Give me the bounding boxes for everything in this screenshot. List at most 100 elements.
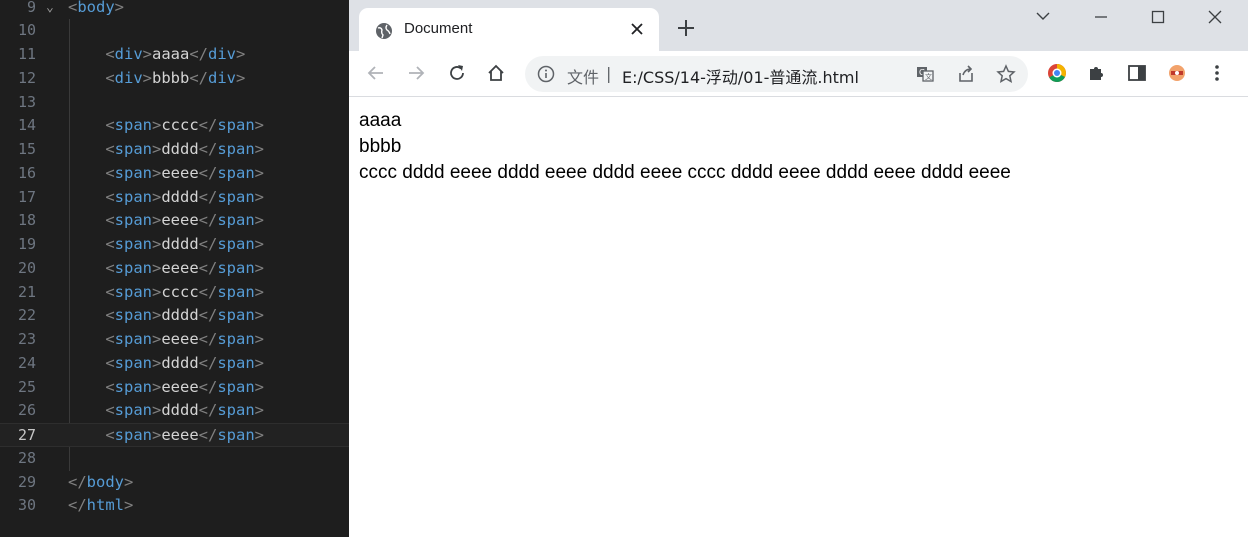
code-text: </body>	[68, 471, 133, 495]
forward-arrow-icon[interactable]	[405, 62, 427, 84]
code-line[interactable]: 16 <span>eeee</span>	[0, 162, 349, 186]
tag-name: span	[114, 116, 152, 135]
tag-bracket: <	[105, 282, 115, 301]
tag-name: span	[114, 377, 152, 396]
text-content	[68, 211, 105, 229]
kebab-menu-icon[interactable]	[1206, 62, 1228, 84]
code-line[interactable]: 17 <span>dddd</span>	[0, 186, 349, 210]
text-content	[68, 426, 105, 444]
chrome-extension-icon[interactable]	[1046, 62, 1068, 84]
line-number: 13	[17, 92, 36, 111]
text-content	[68, 378, 105, 396]
line-number: 12	[17, 68, 36, 87]
close-window-icon[interactable]	[1195, 5, 1235, 29]
code-line[interactable]: 13	[0, 91, 349, 115]
code-line[interactable]: 10	[0, 19, 349, 43]
code-line[interactable]: 21 <span>cccc</span>	[0, 281, 349, 305]
svg-text:文: 文	[925, 72, 932, 81]
code-line[interactable]: 30 </html>	[0, 494, 349, 518]
code-text: <span>dddd</span>	[68, 304, 264, 328]
tag-bracket: >	[254, 258, 265, 277]
close-icon[interactable]	[626, 18, 648, 40]
line-number: 20	[17, 258, 36, 277]
line-number: 22	[17, 306, 36, 325]
div-aaaa: aaaa	[359, 110, 402, 131]
code-line[interactable]: 14 <span>cccc</span>	[0, 114, 349, 138]
reload-icon[interactable]	[446, 62, 468, 84]
tag-bracket: >	[152, 258, 162, 277]
code-line[interactable]: 26 <span>dddd</span>	[0, 399, 349, 423]
tag-bracket: <	[105, 45, 115, 63]
code-line[interactable]: 28	[0, 447, 349, 471]
text-content: cccc	[161, 282, 199, 301]
code-line[interactable]: 22 <span>dddd</span>	[0, 304, 349, 328]
back-arrow-icon[interactable]	[365, 62, 387, 84]
home-icon[interactable]	[485, 62, 507, 84]
code-line[interactable]: 27 <span>eeee</span>	[0, 423, 349, 447]
tag-name: html	[86, 496, 124, 515]
tag-bracket: </	[198, 330, 218, 348]
code-line[interactable]: 23 <span>eeee</span>	[0, 328, 349, 352]
star-icon[interactable]	[996, 64, 1016, 84]
share-icon[interactable]	[956, 64, 976, 84]
tab-search-chevron-icon[interactable]	[1023, 5, 1063, 29]
code-line[interactable]: 25 <span>eeee</span>	[0, 376, 349, 400]
url-text[interactable]: E:/CSS/14-浮动/01-普通流.html	[622, 64, 859, 88]
code-text: <span>dddd</span>	[68, 352, 264, 376]
tag-bracket: <	[105, 235, 115, 253]
tag-bracket: >	[152, 187, 162, 206]
code-editor[interactable]: 9 ⌄ <body> 10 11 <div>aaaa</div> 12 <div>bbbb…	[0, 0, 349, 537]
profile-extension-icon[interactable]	[1166, 62, 1188, 84]
text-content: eeee	[161, 211, 199, 230]
code-text: <div>bbbb</div>	[68, 67, 245, 91]
tab-document[interactable]: Document	[359, 8, 659, 51]
tag-bracket: </	[68, 496, 87, 515]
line-number: 9	[26, 0, 36, 16]
code-line[interactable]: 24 <span>dddd</span>	[0, 352, 349, 376]
tag-name: span	[217, 235, 255, 253]
code-line[interactable]: 18 <span>eeee</span>	[0, 209, 349, 233]
text-content	[68, 164, 105, 182]
code-text: <span>eeee</span>	[68, 209, 264, 233]
code-line[interactable]: 29 </body>	[0, 471, 349, 495]
line-number: 30	[17, 496, 36, 515]
text-content: eeee	[161, 377, 199, 396]
tag-bracket: <	[105, 68, 115, 87]
new-tab-button[interactable]	[676, 18, 696, 38]
text-content: dddd	[161, 235, 199, 253]
text-content: dddd	[161, 140, 199, 158]
line-number: 28	[17, 448, 36, 467]
address-bar[interactable]: 文件 | E:/CSS/14-浮动/01-普通流.html G文	[525, 56, 1028, 92]
code-line[interactable]: 15 <span>dddd</span>	[0, 138, 349, 162]
browser-window: Document 文件 | E:/CSS/14-浮动/01-普通流.html G…	[349, 0, 1248, 537]
sidepanel-icon[interactable]	[1126, 62, 1148, 84]
maximize-icon[interactable]	[1138, 5, 1178, 29]
code-line[interactable]: 19 <span>dddd</span>	[0, 233, 349, 257]
puzzle-icon[interactable]	[1086, 62, 1108, 84]
info-icon[interactable]	[537, 65, 555, 83]
tag-bracket: >	[254, 426, 265, 444]
tag-bracket: >	[254, 235, 265, 253]
code-line[interactable]: 12 <div>bbbb</div>	[0, 67, 349, 91]
tag-name: span	[114, 330, 152, 348]
translate-icon[interactable]: G文	[915, 64, 935, 84]
code-line[interactable]: 20 <span>eeee</span>	[0, 257, 349, 281]
line-number: 23	[17, 330, 36, 348]
tab-title: Document	[404, 20, 473, 37]
code-text: <span>dddd</span>	[68, 138, 264, 162]
code-text: <span>dddd</span>	[68, 399, 264, 423]
minimize-icon[interactable]	[1081, 5, 1121, 29]
tag-bracket: <	[105, 377, 115, 396]
text-content: aaaa	[152, 45, 190, 63]
text-content	[68, 330, 105, 348]
tag-bracket: >	[152, 116, 162, 135]
fold-chevron-icon[interactable]: ⌄	[46, 0, 54, 19]
tag-name: span	[217, 187, 255, 206]
line-number: 24	[17, 353, 36, 372]
code-line[interactable]: 9 ⌄ <body>	[0, 0, 349, 19]
tag-name: span	[217, 163, 255, 182]
code-line[interactable]: 11 <div>aaaa</div>	[0, 43, 349, 67]
tag-bracket: </	[198, 401, 218, 420]
tag-bracket: >	[124, 496, 134, 515]
line-number: 15	[17, 140, 36, 158]
